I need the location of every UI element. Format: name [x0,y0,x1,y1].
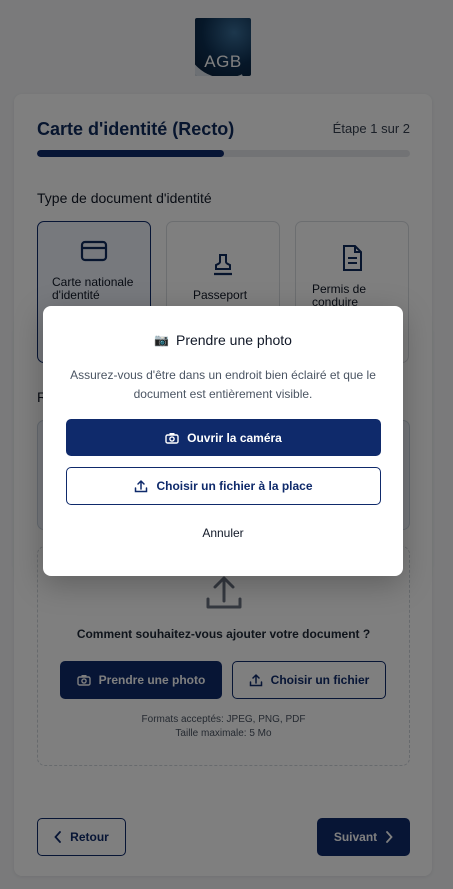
camera-icon [165,432,179,444]
camera-emoji-icon: 📷 [154,333,169,347]
modal-title: 📷 Prendre une photo [43,332,403,348]
open-camera-button[interactable]: Ouvrir la caméra [66,419,381,456]
cancel-button[interactable]: Annuler [43,526,403,540]
take-photo-modal: 📷 Prendre une photo Assurez-vous d'être … [43,306,403,576]
modal-description: Assurez-vous d'être dans un endroit bien… [70,368,376,401]
choose-file-instead-label: Choisir un fichier à la place [156,479,313,493]
upload-small-icon [134,479,148,493]
open-camera-label: Ouvrir la caméra [187,430,282,445]
choose-file-instead-button[interactable]: Choisir un fichier à la place [66,467,381,505]
modal-title-text: Prendre une photo [175,332,292,348]
